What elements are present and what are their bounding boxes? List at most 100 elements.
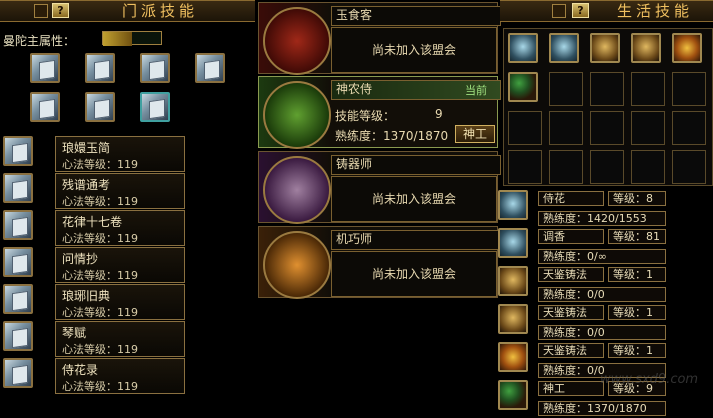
alliance-status: 尚未加入该盟会	[331, 27, 497, 73]
life-skill-name: 天鉴铸法	[538, 343, 604, 358]
alliance-panel-current[interactable]: 神农侍 当前 技能等级： 9 熟练度：1370/1870 神工	[258, 76, 501, 149]
craft-icon	[498, 380, 528, 410]
left-help-button[interactable]: ?	[52, 3, 69, 18]
empty-slot[interactable]	[590, 111, 624, 145]
book-icon[interactable]	[140, 53, 170, 83]
book-icon[interactable]	[30, 92, 60, 122]
skill-level: 心法等级：119	[62, 158, 138, 171]
alliance-status: 尚未加入该盟会	[331, 176, 497, 222]
alliance-panel[interactable]: 玉食客 尚未加入该盟会	[258, 2, 501, 75]
life-skill-level: 等级：1	[608, 343, 666, 358]
life-skill-name: 神工	[538, 381, 604, 396]
life-skill-proficiency: 熟练度：1370/1870	[538, 401, 666, 416]
skill-name: 问情抄	[62, 252, 99, 266]
alliance-emblem-icon	[263, 156, 331, 224]
empty-slot[interactable]	[672, 111, 706, 145]
skill-name: 琅嬛玉简	[62, 141, 111, 155]
book-icon	[3, 321, 33, 351]
life-skill-level: 等级：81	[608, 229, 666, 244]
alliance-name: 玉食客	[331, 6, 501, 26]
life-skill-name: 天鉴铸法	[538, 267, 604, 282]
alliance-name: 机巧师	[331, 230, 501, 250]
skill-level: 心法等级：119	[62, 343, 138, 356]
skill-level: 心法等级：119	[62, 232, 138, 245]
alliance-name: 铸器师	[331, 155, 501, 175]
skill-name: 侍花录	[62, 363, 99, 377]
forge-icon[interactable]	[590, 33, 620, 63]
empty-slot[interactable]	[549, 150, 583, 184]
skill-level: 心法等级：119	[62, 306, 138, 319]
life-skill-proficiency: 熟练度：1420/1553	[538, 211, 666, 226]
book-icon[interactable]	[195, 53, 225, 83]
flower-icon	[498, 190, 528, 220]
alliance-status: 尚未加入该盟会	[331, 251, 497, 297]
life-skill-grid	[503, 28, 713, 186]
empty-slot[interactable]	[631, 150, 665, 184]
book-icon	[3, 173, 33, 203]
empty-slot[interactable]	[549, 72, 583, 106]
skill-name: 花律十七卷	[62, 215, 123, 229]
skill-name: 琅琊旧典	[62, 289, 111, 303]
incense-icon	[498, 228, 528, 258]
empty-slot[interactable]	[631, 72, 665, 106]
alliance-emblem-icon	[263, 81, 331, 149]
shengong-button[interactable]: 神工	[455, 125, 495, 143]
life-skill-level: 等级：8	[608, 191, 666, 206]
alliance-emblem-icon	[263, 7, 331, 75]
forge-icon	[498, 342, 528, 372]
book-icon	[3, 136, 33, 166]
alliance-panel[interactable]: 铸器师 尚未加入该盟会	[258, 151, 501, 224]
list-item[interactable]: 花律十七卷 心法等级：119	[55, 210, 185, 246]
life-skill-level: 等级：1	[608, 305, 666, 320]
book-icon[interactable]	[30, 53, 60, 83]
skill-level: 心法等级：119	[62, 269, 138, 282]
ornament-icon	[34, 4, 48, 18]
skill-name: 残谱通考	[62, 178, 111, 192]
book-icon	[3, 247, 33, 277]
current-badge: 当前	[465, 84, 487, 97]
empty-slot[interactable]	[508, 150, 542, 184]
book-icon[interactable]	[85, 92, 115, 122]
list-item[interactable]: 琅琊旧典 心法等级：119	[55, 284, 185, 320]
list-item[interactable]: 问情抄 心法等级：119	[55, 247, 185, 283]
life-skill-name: 调香	[538, 229, 604, 244]
forge-icon[interactable]	[672, 33, 702, 63]
attribute-label: 曼陀主属性：	[3, 34, 76, 48]
empty-slot[interactable]	[549, 111, 583, 145]
craft-icon[interactable]	[508, 72, 538, 102]
left-panel-title: 门派技能	[121, 2, 198, 20]
empty-slot[interactable]	[590, 150, 624, 184]
empty-slot[interactable]	[590, 72, 624, 106]
flower-icon[interactable]	[508, 33, 538, 63]
list-item[interactable]: 琅嬛玉简 心法等级：119	[55, 136, 185, 172]
life-skill-proficiency: 熟练度：0/0	[538, 287, 666, 302]
right-help-button[interactable]: ?	[572, 3, 589, 18]
skill-level: 心法等级：119	[62, 195, 138, 208]
forge-icon[interactable]	[631, 33, 661, 63]
book-icon[interactable]	[85, 53, 115, 83]
life-skill-level: 等级：1	[608, 267, 666, 282]
skill-level-value: 9	[435, 107, 443, 121]
list-item[interactable]: 琴赋 心法等级：119	[55, 321, 185, 357]
life-skill-name: 天鉴铸法	[538, 305, 604, 320]
list-item[interactable]: 残谱通考 心法等级：119	[55, 173, 185, 209]
empty-slot[interactable]	[631, 111, 665, 145]
list-item[interactable]: 侍花录 心法等级：119	[55, 358, 185, 394]
alliance-emblem-icon	[263, 231, 331, 299]
attribute-bar	[102, 31, 162, 46]
book-icon	[3, 358, 33, 388]
forge-icon	[498, 304, 528, 334]
alliance-panel[interactable]: 机巧师 尚未加入该盟会	[258, 226, 501, 299]
incense-icon[interactable]	[549, 33, 579, 63]
empty-slot[interactable]	[672, 150, 706, 184]
skill-name: 琴赋	[62, 326, 87, 340]
watermark: www.sxd9.com	[600, 372, 699, 387]
book-icon	[3, 210, 33, 240]
empty-slot[interactable]	[672, 72, 706, 106]
ornament-icon	[552, 4, 566, 18]
book-icon[interactable]	[140, 92, 170, 122]
empty-slot[interactable]	[508, 111, 542, 145]
right-panel-title: 生活技能	[616, 2, 693, 20]
life-skill-proficiency: 熟练度：0/0	[538, 325, 666, 340]
book-icon	[3, 284, 33, 314]
